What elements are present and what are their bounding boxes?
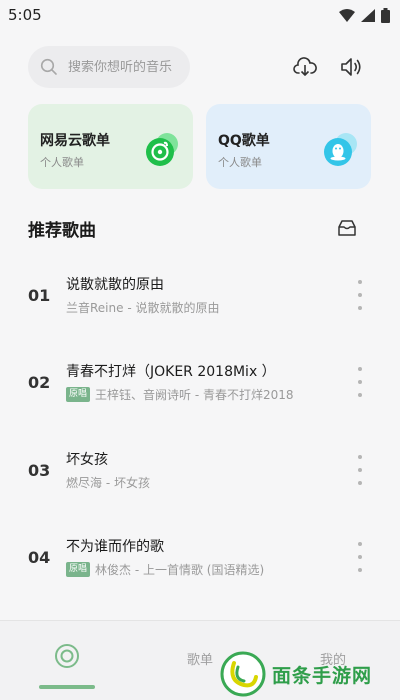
- song-row-04[interactable]: 04 不为谁而作的歌 原唱 林俊杰 - 上一首情歌 (国语精选): [0, 528, 400, 588]
- song-artist: 王梓钰、音阙诗听 - 青春不打烊2018: [95, 388, 294, 402]
- dot-icon: [358, 280, 362, 284]
- section-title: 推荐歌曲: [28, 221, 96, 241]
- status-bar: 5:05: [0, 0, 400, 30]
- dot-icon: [358, 293, 362, 297]
- original-tag: 原唱: [66, 562, 91, 577]
- watermark: 面条手游网: [220, 648, 400, 700]
- dot-icon: [358, 306, 362, 310]
- more-options-button[interactable]: [352, 455, 368, 485]
- status-time: 5:05: [8, 6, 42, 24]
- song-artist: 林俊杰 - 上一首情歌 (国语精选): [95, 563, 265, 577]
- signal-icon: [361, 8, 375, 22]
- dot-icon: [358, 481, 362, 485]
- download-cloud-icon: [293, 57, 317, 76]
- song-meta: 原唱 林俊杰 - 上一首情歌 (国语精选): [66, 561, 264, 578]
- song-meta: 原唱 王梓钰、音阙诗听 - 青春不打烊2018: [66, 386, 294, 403]
- netease-playlist-card[interactable]: 网易云歌单 个人歌单: [28, 104, 193, 189]
- dot-icon: [358, 542, 362, 546]
- home-disc-icon[interactable]: [54, 643, 80, 669]
- song-artist: 兰音Reine - 说散就散的原由: [66, 301, 220, 315]
- dot-icon: [358, 568, 362, 572]
- card-subtitle: 个人歌单: [40, 156, 84, 169]
- song-title: 说散就散的原由: [66, 277, 164, 293]
- card-subtitle: 个人歌单: [218, 156, 262, 169]
- dot-icon: [358, 455, 362, 459]
- dot-icon: [358, 393, 362, 397]
- inbox-button[interactable]: [335, 216, 359, 240]
- speaker-icon: [341, 58, 361, 76]
- song-number: 04: [28, 548, 51, 567]
- download-button[interactable]: [292, 54, 318, 80]
- song-meta: 兰音Reine - 说散就散的原由: [66, 299, 219, 316]
- card-title: 网易云歌单: [40, 133, 110, 149]
- inbox-icon: [338, 220, 356, 236]
- qq-penguin-icon: [324, 133, 357, 166]
- song-row-02[interactable]: 02 青春不打烊（JOKER 2018Mix ） 原唱 王梓钰、音阙诗听 - 青…: [0, 353, 400, 413]
- netease-music-icon: [146, 133, 178, 166]
- status-icons: [339, 7, 390, 23]
- volume-button[interactable]: [338, 54, 364, 80]
- qq-playlist-card[interactable]: QQ歌单 个人歌单: [206, 104, 371, 189]
- active-tab-indicator: [39, 685, 95, 689]
- battery-icon: [381, 7, 390, 23]
- original-tag: 原唱: [66, 387, 91, 402]
- more-options-button[interactable]: [352, 367, 368, 397]
- tab-playlists[interactable]: 歌单: [187, 649, 213, 668]
- song-row-01[interactable]: 01 说散就散的原由 兰音Reine - 说散就散的原由: [0, 266, 400, 326]
- song-number: 01: [28, 286, 51, 305]
- dot-icon: [358, 380, 362, 384]
- song-title: 不为谁而作的歌: [66, 539, 164, 555]
- more-options-button[interactable]: [352, 542, 368, 572]
- card-title: QQ歌单: [218, 133, 270, 149]
- dot-icon: [358, 367, 362, 371]
- search-box[interactable]: [28, 46, 190, 88]
- watermark-text: 面条手游网: [272, 664, 373, 687]
- wifi-icon: [339, 8, 355, 22]
- song-meta: 燃尽海 - 坏女孩: [66, 474, 150, 491]
- song-title: 坏女孩: [66, 452, 108, 468]
- more-options-button[interactable]: [352, 280, 368, 310]
- song-title: 青春不打烊（JOKER 2018Mix ）: [66, 364, 276, 380]
- search-icon: [40, 58, 57, 75]
- watermark-logo-icon: [220, 651, 266, 697]
- song-row-03[interactable]: 03 坏女孩 燃尽海 - 坏女孩: [0, 441, 400, 501]
- song-number: 03: [28, 461, 51, 480]
- search-input[interactable]: [68, 59, 188, 75]
- dot-icon: [358, 555, 362, 559]
- dot-icon: [358, 468, 362, 472]
- song-artist: 燃尽海 - 坏女孩: [66, 476, 150, 490]
- song-number: 02: [28, 373, 51, 392]
